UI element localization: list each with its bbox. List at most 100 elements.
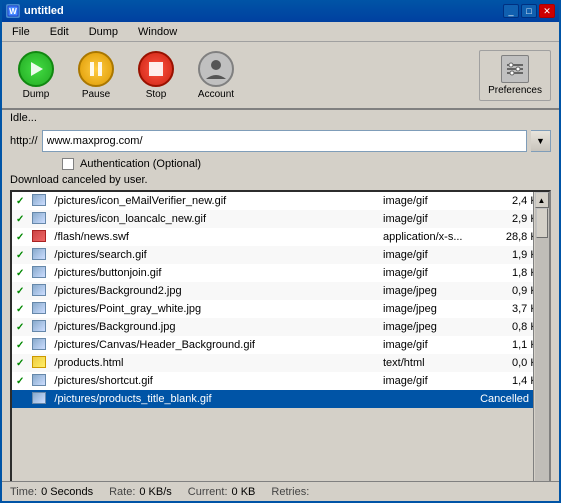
scroll-up-button[interactable]: ▲ xyxy=(535,192,549,208)
time-label: Time: xyxy=(10,486,37,498)
checkmark: ✓ xyxy=(16,358,24,369)
url-bar: http:// ▼ xyxy=(10,130,551,152)
auth-row: Authentication (Optional) xyxy=(62,158,551,170)
file-type: image/jpeg xyxy=(379,282,489,300)
file-type: image/gif xyxy=(379,372,489,390)
icon-cell xyxy=(28,264,50,282)
file-icon-img xyxy=(32,266,46,278)
rate-value: 0 KB/s xyxy=(139,486,171,498)
preferences-label: Preferences xyxy=(488,85,542,96)
pause-button[interactable]: Pause xyxy=(70,46,122,105)
file-type: text/html xyxy=(379,354,489,372)
icon-cell xyxy=(28,372,50,390)
file-name: /products.html xyxy=(50,354,379,372)
file-name: /pictures/Background.jpg xyxy=(50,318,379,336)
check-cell: ✓ xyxy=(12,192,28,210)
file-icon-img xyxy=(32,374,46,386)
stop-label: Stop xyxy=(146,89,167,100)
file-icon-img xyxy=(32,392,46,404)
checkmark: ✓ xyxy=(16,304,24,315)
preferences-button[interactable]: Preferences xyxy=(479,50,551,101)
content-section: Idle... http:// ▼ Authentication (Option… xyxy=(2,110,559,501)
dump-label: Dump xyxy=(23,89,50,100)
file-list-container: ✓ /pictures/icon_eMailVerifier_new.gif i… xyxy=(10,190,551,499)
current-item: Current: 0 KB xyxy=(188,486,256,498)
table-row[interactable]: ✓ /pictures/search.gif image/gif 1,9 KB xyxy=(12,246,549,264)
table-row[interactable]: ✓ /pictures/icon_loancalc_new.gif image/… xyxy=(12,210,549,228)
file-type: image/gif xyxy=(379,336,489,354)
title-bar-left: W untitled xyxy=(6,4,64,18)
time-value: 0 Seconds xyxy=(41,486,93,498)
file-list-scroll[interactable]: ✓ /pictures/icon_eMailVerifier_new.gif i… xyxy=(12,192,549,408)
rate-label: Rate: xyxy=(109,486,135,498)
file-name: /pictures/search.gif xyxy=(50,246,379,264)
table-row[interactable]: ✓ /flash/news.swf application/x-s... 28,… xyxy=(12,228,549,246)
idle-status: Idle... xyxy=(2,110,559,126)
scroll-thumb[interactable] xyxy=(536,208,548,238)
stop-button[interactable]: Stop xyxy=(130,46,182,105)
table-row[interactable]: ✓ /pictures/Point_gray_white.jpg image/j… xyxy=(12,300,549,318)
table-row[interactable]: ✓ /pictures/buttonjoin.gif image/gif 1,8… xyxy=(12,264,549,282)
account-icon xyxy=(198,51,234,87)
file-type: image/gif xyxy=(379,192,489,210)
file-icon-html xyxy=(32,356,46,368)
table-row[interactable]: ✓ /pictures/Background.jpg image/jpeg 0,… xyxy=(12,318,549,336)
icon-cell xyxy=(28,246,50,264)
app-icon: W xyxy=(6,4,20,18)
check-cell xyxy=(12,390,28,408)
url-input[interactable] xyxy=(42,130,527,152)
checkmark: ✓ xyxy=(16,250,24,261)
minimize-button[interactable]: _ xyxy=(503,4,519,18)
title-controls: _ □ ✕ xyxy=(503,4,555,18)
main-window: W untitled _ □ ✕ File Edit Dump Window D… xyxy=(0,0,561,503)
menu-dump[interactable]: Dump xyxy=(83,23,124,41)
table-row[interactable]: ✓ /pictures/shortcut.gif image/gif 1,4 K… xyxy=(12,372,549,390)
dump-icon xyxy=(18,51,54,87)
file-type: image/jpeg xyxy=(379,318,489,336)
auth-label: Authentication (Optional) xyxy=(80,158,201,170)
file-icon-img xyxy=(32,302,46,314)
icon-cell xyxy=(28,390,50,408)
file-type: application/x-s... xyxy=(379,228,489,246)
url-dropdown-button[interactable]: ▼ xyxy=(531,130,551,152)
menu-window[interactable]: Window xyxy=(132,23,183,41)
account-button[interactable]: Account xyxy=(190,46,242,105)
check-cell: ✓ xyxy=(12,210,28,228)
bottom-status-bar: Time: 0 Seconds Rate: 0 KB/s Current: 0 … xyxy=(2,481,559,501)
account-label: Account xyxy=(198,89,234,100)
file-type: image/gif xyxy=(379,264,489,282)
scrollbar[interactable]: ▲ ▼ xyxy=(533,192,549,497)
current-value: 0 KB xyxy=(232,486,256,498)
icon-cell xyxy=(28,192,50,210)
table-row[interactable]: /pictures/products_title_blank.gif Cance… xyxy=(12,390,549,408)
file-type: image/gif xyxy=(379,246,489,264)
check-cell: ✓ xyxy=(12,372,28,390)
table-row[interactable]: ✓ /products.html text/html 0,0 KB xyxy=(12,354,549,372)
table-row[interactable]: ✓ /pictures/icon_eMailVerifier_new.gif i… xyxy=(12,192,549,210)
file-icon-img xyxy=(32,194,46,206)
table-row[interactable]: ✓ /pictures/Canvas/Header_Background.gif… xyxy=(12,336,549,354)
svg-text:W: W xyxy=(9,7,17,16)
file-type: image/gif xyxy=(379,210,489,228)
menu-edit[interactable]: Edit xyxy=(44,23,75,41)
table-row[interactable]: ✓ /pictures/Background2.jpg image/jpeg 0… xyxy=(12,282,549,300)
checkmark: ✓ xyxy=(16,214,24,225)
menu-file[interactable]: File xyxy=(6,23,36,41)
retries-label: Retries: xyxy=(271,486,309,498)
pause-label: Pause xyxy=(82,89,110,100)
title-bar: W untitled _ □ ✕ xyxy=(2,0,559,22)
file-type: image/jpeg xyxy=(379,300,489,318)
auth-checkbox[interactable] xyxy=(62,158,74,170)
icon-cell xyxy=(28,300,50,318)
maximize-button[interactable]: □ xyxy=(521,4,537,18)
close-button[interactable]: ✕ xyxy=(539,4,555,18)
file-name: /pictures/Canvas/Header_Background.gif xyxy=(50,336,379,354)
file-name: /pictures/icon_eMailVerifier_new.gif xyxy=(50,192,379,210)
current-label: Current: xyxy=(188,486,228,498)
icon-cell xyxy=(28,318,50,336)
checkmark: ✓ xyxy=(16,322,24,333)
icon-cell xyxy=(28,282,50,300)
dump-button[interactable]: Dump xyxy=(10,46,62,105)
checkmark: ✓ xyxy=(16,232,24,243)
cancelled-status: Cancelled xyxy=(379,390,549,408)
